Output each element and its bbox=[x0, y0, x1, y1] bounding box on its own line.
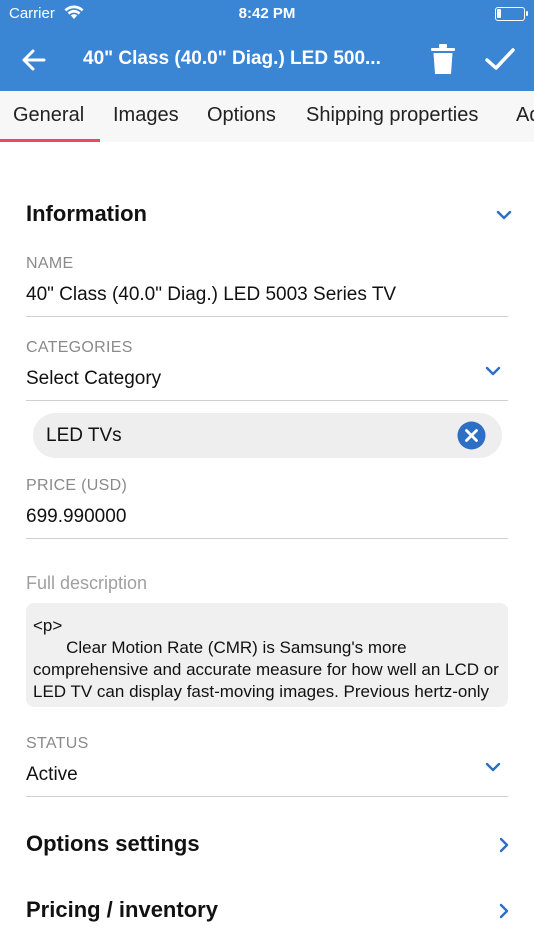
pricing-inventory-title: Pricing / inventory bbox=[26, 897, 218, 922]
price-field[interactable]: 699.990000 bbox=[26, 506, 126, 528]
clock-label: 8:42 PM bbox=[238, 5, 296, 22]
category-select[interactable]: Select Category bbox=[26, 368, 161, 390]
tab-additional[interactable]: Ad bbox=[516, 104, 534, 127]
divider bbox=[26, 796, 508, 797]
active-tab-indicator bbox=[0, 139, 100, 142]
tab-images[interactable]: Images bbox=[113, 104, 179, 127]
chevron-right-icon bbox=[499, 837, 509, 853]
status-label: STATUS bbox=[26, 735, 89, 752]
status-select[interactable]: Active bbox=[26, 764, 78, 786]
battery-level bbox=[497, 9, 501, 18]
chevron-down-icon bbox=[496, 210, 512, 220]
save-button[interactable] bbox=[478, 40, 522, 78]
chevron-down-icon[interactable] bbox=[483, 361, 503, 381]
chevron-right-icon bbox=[499, 903, 509, 919]
battery-icon bbox=[495, 7, 528, 21]
description-label: Full description bbox=[26, 573, 148, 593]
options-settings-row[interactable]: Options settings bbox=[26, 825, 516, 865]
pricing-inventory-row[interactable]: Pricing / inventory bbox=[26, 891, 516, 931]
trash-icon bbox=[431, 44, 455, 74]
divider bbox=[26, 316, 508, 317]
back-button[interactable] bbox=[16, 43, 52, 77]
tab-bar: General Images Options Shipping properti… bbox=[0, 91, 534, 142]
arrow-left-icon bbox=[22, 49, 46, 71]
status-bar: Carrier 8:42 PM bbox=[0, 0, 534, 28]
tab-shipping-properties[interactable]: Shipping properties bbox=[306, 104, 478, 127]
checkmark-icon bbox=[485, 48, 515, 70]
tab-options[interactable]: Options bbox=[207, 104, 276, 127]
delete-button[interactable] bbox=[424, 40, 462, 78]
category-chip-label: LED TVs bbox=[46, 425, 122, 446]
category-chip: LED TVs bbox=[33, 413, 502, 458]
divider bbox=[26, 538, 508, 539]
categories-label: CATEGORIES bbox=[26, 339, 133, 356]
divider bbox=[26, 400, 508, 401]
options-settings-title: Options settings bbox=[26, 831, 200, 856]
page-title: 40" Class (40.0" Diag.) LED 500... bbox=[83, 48, 381, 69]
description-text: <p> Clear Motion Rate (CMR) is Samsung's… bbox=[33, 616, 499, 707]
name-label: NAME bbox=[26, 255, 74, 272]
tab-general[interactable]: General bbox=[13, 104, 84, 127]
price-label: PRICE (USD) bbox=[26, 477, 128, 494]
chevron-down-icon[interactable] bbox=[483, 757, 503, 777]
app-header: Carrier 8:42 PM 40" Class (40.0" Diag.) … bbox=[0, 0, 534, 91]
information-title: Information bbox=[26, 201, 147, 226]
toolbar: 40" Class (40.0" Diag.) LED 500... bbox=[0, 28, 534, 91]
information-section-header[interactable]: Information bbox=[26, 195, 516, 235]
description-textarea[interactable]: <p> Clear Motion Rate (CMR) is Samsung's… bbox=[26, 603, 508, 707]
name-field[interactable]: 40" Class (40.0" Diag.) LED 5003 Series … bbox=[26, 284, 396, 306]
remove-category-icon[interactable] bbox=[457, 421, 486, 450]
